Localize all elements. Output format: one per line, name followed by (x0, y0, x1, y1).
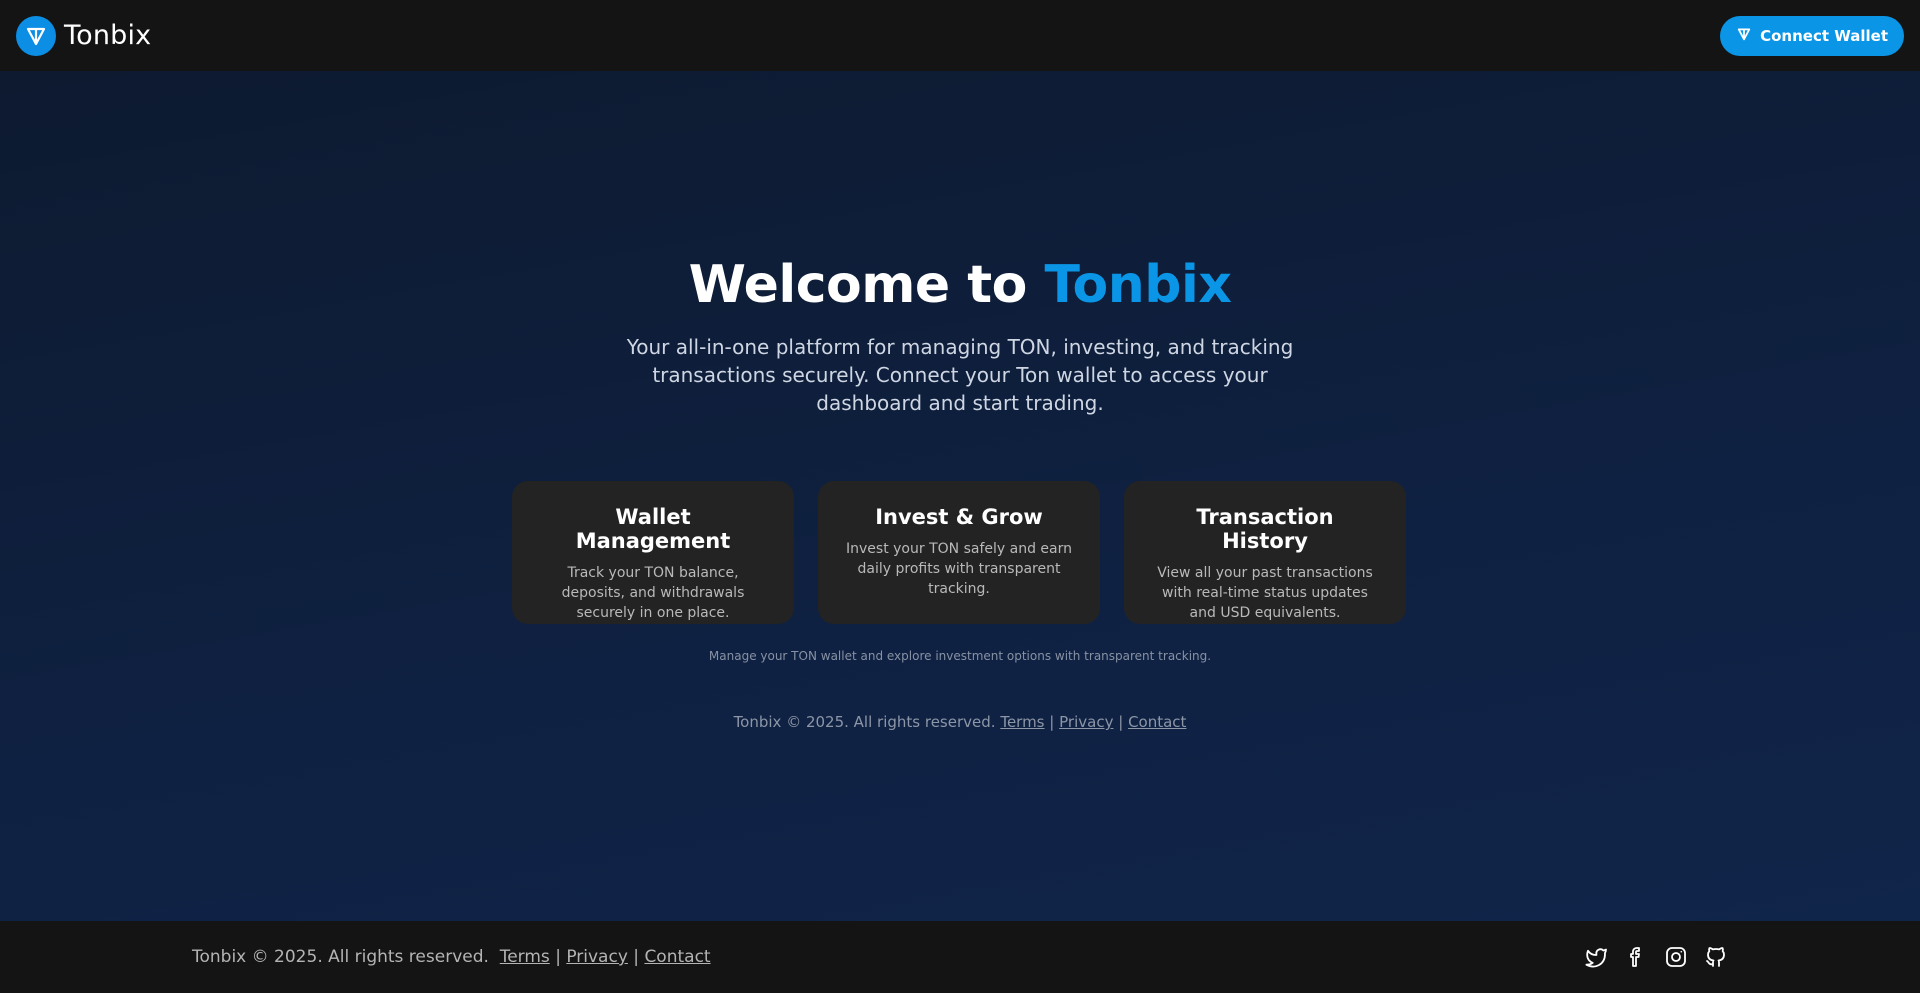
separator: | (633, 947, 640, 967)
hero-title-accent: Tonbix (1044, 255, 1232, 315)
feature-card-wallet-management: Wallet Management Track your TON balance… (512, 481, 794, 624)
brand-name: Tonbix (64, 20, 152, 51)
feature-card-title: Wallet Management (575, 505, 731, 553)
inner-footer-contact-link[interactable]: Contact (1128, 713, 1186, 731)
feature-card-title: Transaction History (1196, 505, 1334, 553)
connect-wallet-label: Connect Wallet (1760, 26, 1888, 45)
github-icon[interactable] (1704, 945, 1728, 969)
feature-card-description: Track your TON balance, deposits, and wi… (561, 565, 745, 621)
footer-contact-link[interactable]: Contact (644, 947, 710, 967)
separator: | (1049, 713, 1055, 731)
facebook-icon[interactable] (1624, 945, 1648, 969)
feature-card-transaction-history: Transaction History View all your past t… (1124, 481, 1406, 624)
main-content: Welcome to Tonbix Your all-in-one platfo… (0, 71, 1920, 921)
top-navbar: Tonbix Connect Wallet (0, 0, 1920, 71)
footer-copyright: Tonbix © 2025. All rights reserved. (192, 947, 489, 967)
inner-footer-terms-link[interactable]: Terms (1000, 713, 1044, 731)
page: Tonbix Connect Wallet Welcome to Tonbix … (0, 0, 1920, 993)
feature-card-title: Invest & Grow (875, 505, 1043, 529)
tagline: Manage your TON wallet and explore inves… (708, 649, 1212, 663)
separator: | (1118, 713, 1124, 731)
instagram-icon[interactable] (1664, 945, 1688, 969)
inner-footer-privacy-link[interactable]: Privacy (1059, 713, 1113, 731)
brand[interactable]: Tonbix (16, 15, 152, 56)
feature-cards: Wallet Management Track your TON balance… (512, 481, 1406, 624)
ton-diamond-icon (1736, 26, 1752, 46)
inner-footer-copyright: Tonbix © 2025. All rights reserved. (733, 713, 996, 731)
footer-text: Tonbix © 2025. All rights reserved. Term… (192, 947, 711, 967)
site-footer: Tonbix © 2025. All rights reserved. Term… (0, 921, 1920, 993)
hero-title: Welcome to Tonbix (0, 255, 1920, 315)
footer-terms-link[interactable]: Terms (500, 947, 550, 967)
hero-title-prefix: Welcome to (688, 255, 1045, 315)
ton-diamond-icon (16, 15, 56, 56)
hero-subtitle: Your all-in-one platform for managing TO… (626, 335, 1294, 415)
feature-card-invest-grow: Invest & Grow Invest your TON safely and… (818, 481, 1100, 624)
social-links (1584, 945, 1728, 969)
inner-footer: Tonbix © 2025. All rights reserved. Term… (0, 713, 1920, 731)
feature-card-description: Invest your TON safely and earn daily pr… (846, 541, 1072, 597)
footer-privacy-link[interactable]: Privacy (566, 947, 628, 967)
feature-card-description: View all your past transactions with rea… (1157, 565, 1373, 621)
separator: | (555, 947, 561, 967)
twitter-icon[interactable] (1584, 945, 1608, 969)
connect-wallet-button[interactable]: Connect Wallet (1720, 15, 1904, 56)
